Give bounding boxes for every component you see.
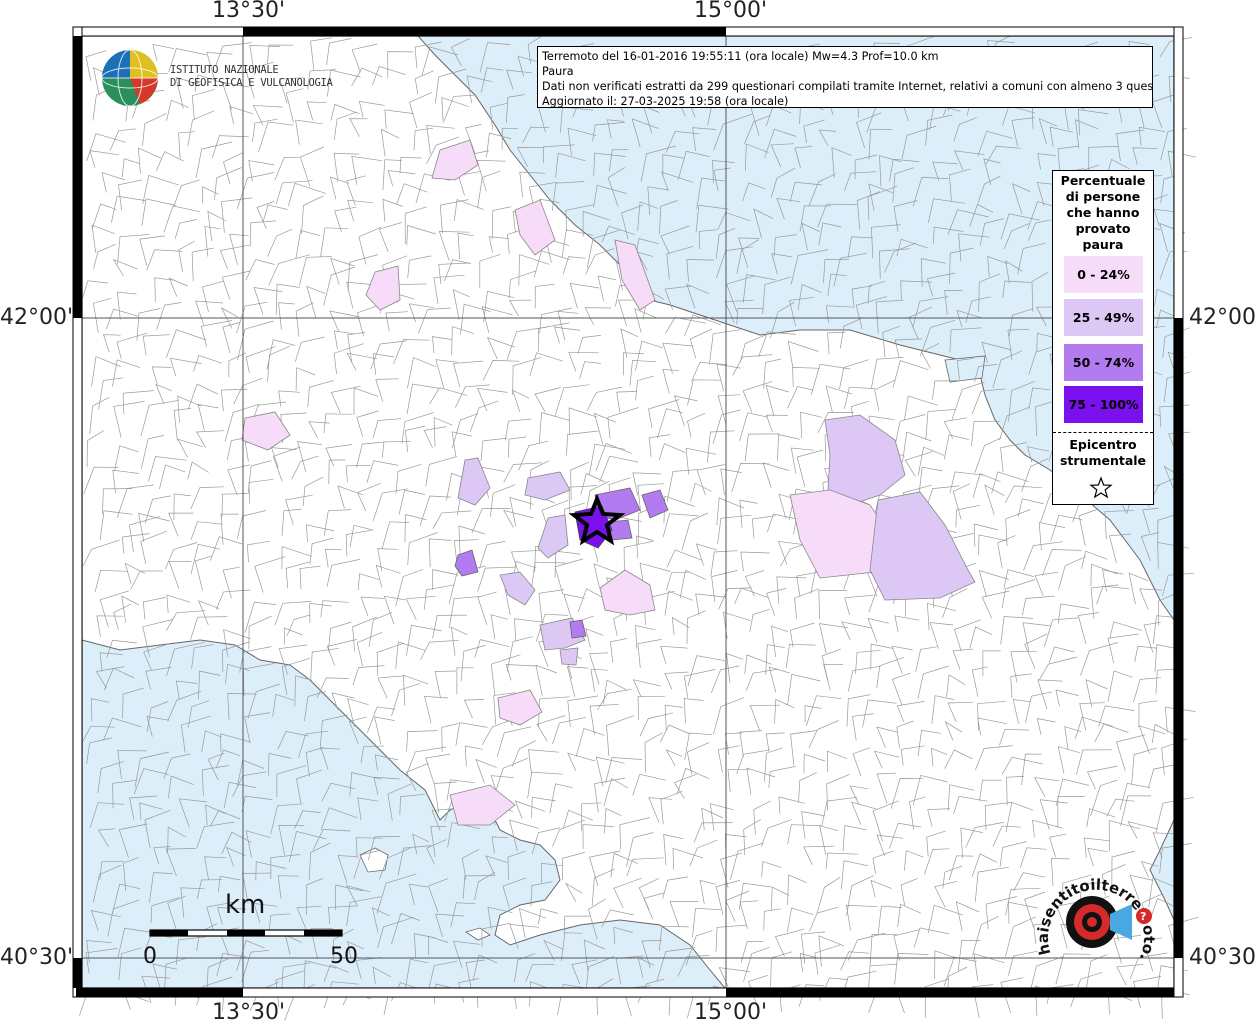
scale-unit-label: km [225,890,266,920]
legend-title-line: di persone [1065,189,1141,204]
event-info-box: Terremoto del 16-01-2016 19:55:11 (ora l… [537,46,1153,108]
legend-title-line: che hanno [1066,205,1140,220]
svg-text:?: ? [1140,910,1146,923]
lake [944,355,986,383]
lat-label-upper-right: 42°00' [1189,305,1255,330]
ingv-logo-text: ISTITUTO NAZIONALE DI GEOFISICA E VULCAN… [170,64,333,90]
legend-title-line: Percentuale [1060,173,1146,188]
legend-item-50-74: 50 - 74% [1064,344,1143,381]
event-info-line: Terremoto del 16-01-2016 19:55:11 (ora l… [542,50,939,63]
ingv-line-2: DI GEOFISICA E VULCANOLOGIA [170,77,333,89]
legend: Percentuale di persone che hanno provato… [1052,170,1154,505]
star-icon [1089,476,1113,499]
legend-item-0-24: 0 - 24% [1064,256,1143,293]
lat-label-lower-left: 40°30' [0,945,74,970]
scale-bar [149,929,343,937]
event-info-line: Paura [542,65,574,78]
legend-title: Percentuale di persone che hanno provato… [1053,173,1153,253]
legend-item-25-49: 25 - 49% [1064,299,1143,336]
lat-label-lower-right: 40°30' [1189,945,1255,970]
lon-label-bottom-right: 15°00' [694,1000,768,1025]
event-info-line: Dati non verificati estratti da 299 ques… [542,80,1153,93]
lon-label-top-right: 15°00' [694,0,768,23]
lat-label-upper-left: 42°00' [0,305,74,330]
scale-end-label: 50 [330,944,358,969]
scale-start-label: 0 [143,944,157,969]
lon-label-top-left: 13°30' [212,0,286,23]
legend-title-line: provato [1075,221,1131,236]
legend-epicenter-line: Epicentro [1069,437,1137,452]
legend-item-75-100: 75 - 100% [1064,386,1143,423]
event-info-line: Aggiornato il: 27-03-2025 19:58 (ora loc… [542,95,789,108]
legend-epicenter-line: strumentale [1059,453,1147,468]
ingv-line-1: ISTITUTO NAZIONALE [170,64,279,76]
legend-divider [1053,432,1153,433]
haisentito-logo-icon: haisentitoilterremoto.it ? [1032,862,1158,964]
legend-title-line: paura [1082,237,1124,252]
ingv-logo-icon [101,49,159,107]
lon-label-bottom-left: 13°30' [212,1000,286,1025]
legend-epicenter-label: Epicentro strumentale [1053,437,1153,469]
